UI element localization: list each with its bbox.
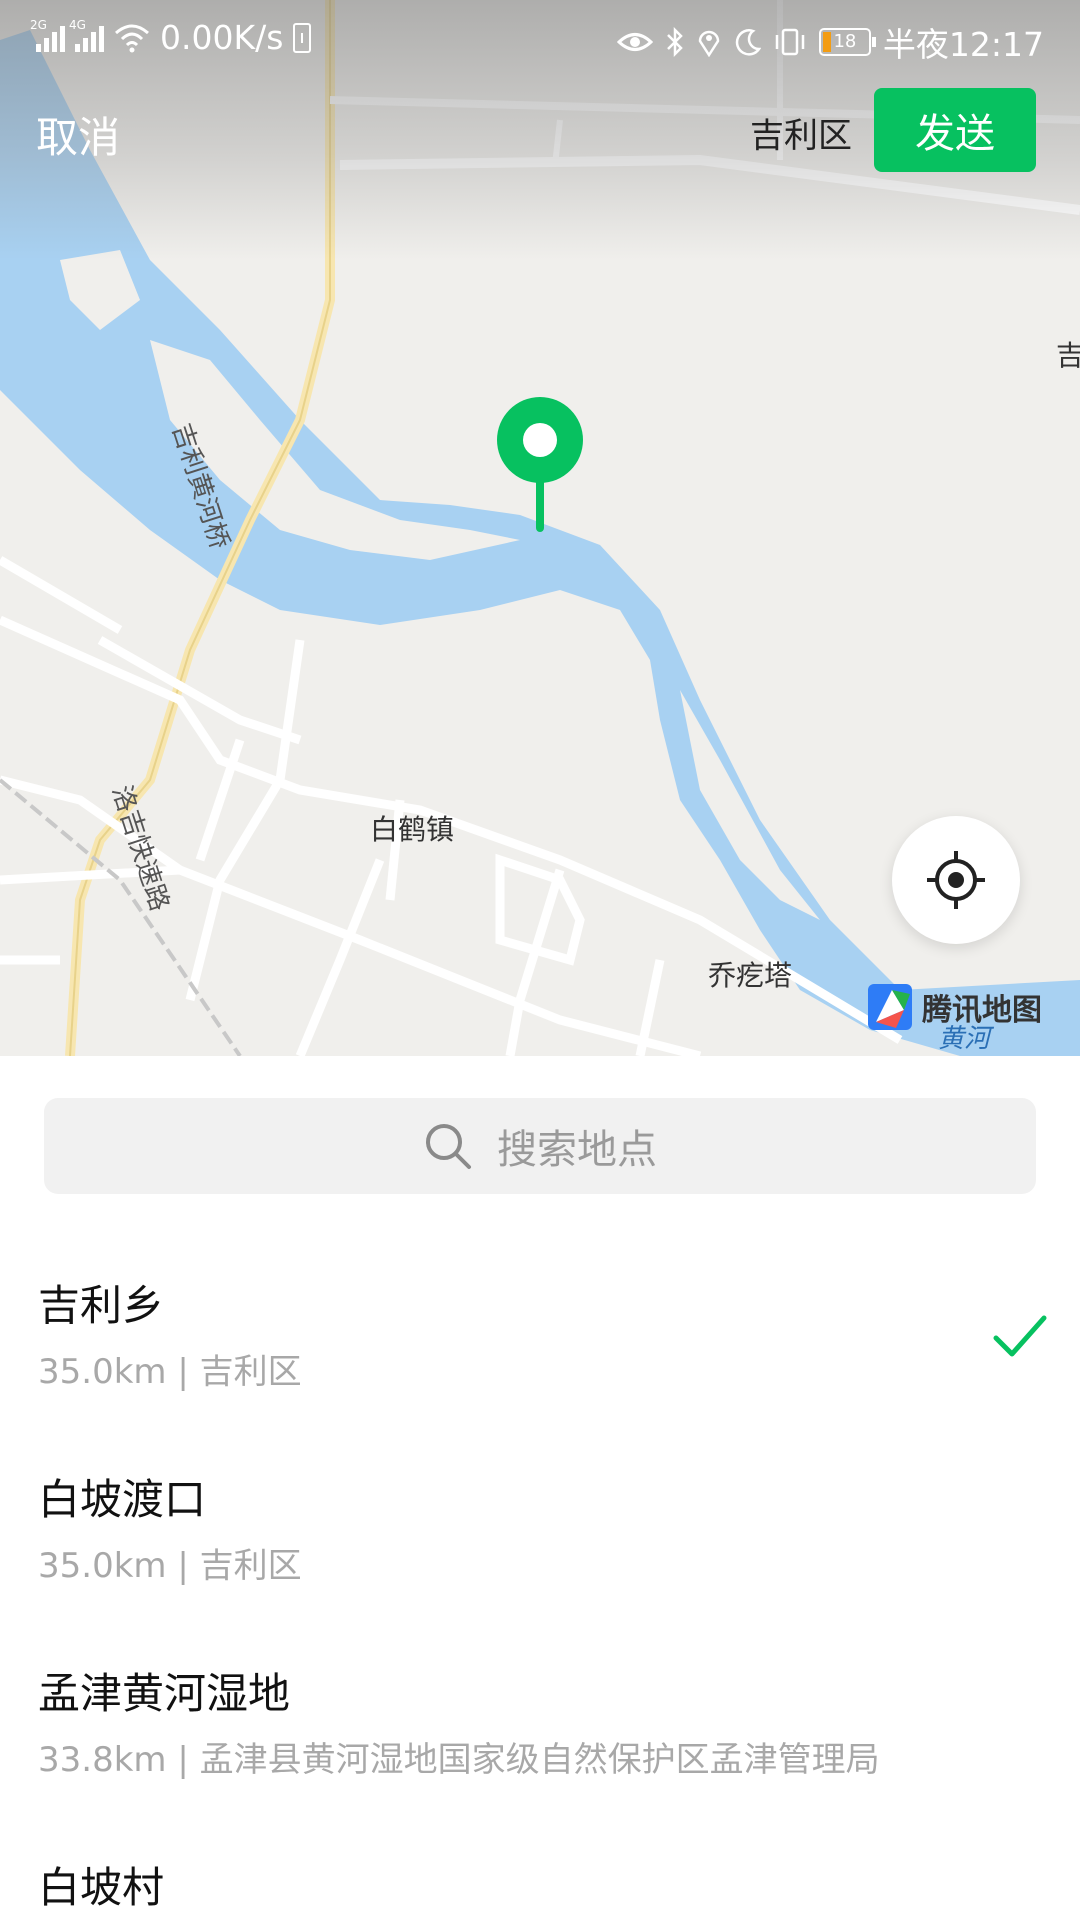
vibrate-icon bbox=[775, 28, 805, 56]
map-view[interactable]: 2G 4G 0.00K/s 18 半夜12:17 取消 吉利区 发送 白鹤镇 乔… bbox=[0, 0, 1080, 1056]
location-pin-icon[interactable] bbox=[496, 396, 584, 536]
search-icon bbox=[426, 1124, 471, 1169]
place-item[interactable]: 白坡村 bbox=[0, 1834, 1080, 1920]
tencent-map-logo-icon bbox=[868, 984, 912, 1030]
place-picker-sheet: 搜索地点 吉利乡 35.0km | 吉利区 白坡渡口 35.0km | 吉利区 … bbox=[0, 1056, 1080, 1920]
place-item[interactable]: 吉利乡 35.0km | 吉利区 bbox=[0, 1252, 1080, 1446]
checkmark-icon bbox=[993, 1315, 1047, 1357]
search-placeholder: 搜索地点 bbox=[497, 1127, 657, 1173]
clock: 半夜12:17 bbox=[882, 25, 1044, 64]
map-label-river: 黄河 bbox=[938, 1024, 991, 1054]
place-item[interactable]: 孟津黄河湿地 33.8km | 孟津县黄河湿地国家级自然保护区孟津管理局 bbox=[0, 1640, 1080, 1834]
network-speed: 0.00K/s bbox=[160, 18, 284, 57]
wifi-icon bbox=[115, 24, 149, 52]
place-item[interactable]: 白坡渡口 35.0km | 吉利区 bbox=[0, 1446, 1080, 1640]
crosshair-icon bbox=[927, 851, 985, 909]
place-name: 孟津黄河湿地 bbox=[38, 1669, 291, 1718]
place-name: 白坡村 bbox=[38, 1863, 165, 1912]
place-detail: 33.8km | 孟津县黄河湿地国家级自然保护区孟津管理局 bbox=[38, 1740, 880, 1780]
battery-alert-icon bbox=[293, 22, 312, 53]
map-label-town: 白鹤镇 bbox=[370, 813, 455, 846]
cellular-signal-icon: 2G bbox=[30, 18, 65, 52]
location-icon bbox=[698, 30, 720, 57]
eye-icon bbox=[616, 33, 653, 51]
battery-indicator: 18 bbox=[818, 28, 876, 56]
place-name: 吉利乡 bbox=[38, 1281, 165, 1330]
region-label: 吉利区 bbox=[750, 116, 852, 156]
search-input[interactable]: 搜索地点 bbox=[44, 1098, 1036, 1194]
place-detail: 35.0km | 吉利区 bbox=[38, 1546, 302, 1586]
bluetooth-icon bbox=[667, 27, 683, 57]
moon-icon bbox=[735, 29, 761, 56]
cancel-button[interactable]: 取消 bbox=[36, 104, 120, 165]
status-bar: 2G 4G 0.00K/s 18 半夜12:17 bbox=[0, 0, 1080, 76]
place-detail: 35.0km | 吉利区 bbox=[38, 1352, 302, 1392]
map-label-edge: 吉 bbox=[1056, 339, 1080, 372]
map-label-village: 乔疙塔 bbox=[708, 959, 793, 992]
network-type-1: 2G bbox=[30, 17, 47, 32]
network-type-2: 4G bbox=[69, 17, 86, 32]
place-name: 白坡渡口 bbox=[38, 1475, 207, 1524]
cellular-signal-icon: 4G bbox=[69, 18, 104, 52]
my-location-button[interactable] bbox=[892, 816, 1020, 944]
send-button[interactable]: 发送 bbox=[874, 88, 1036, 172]
